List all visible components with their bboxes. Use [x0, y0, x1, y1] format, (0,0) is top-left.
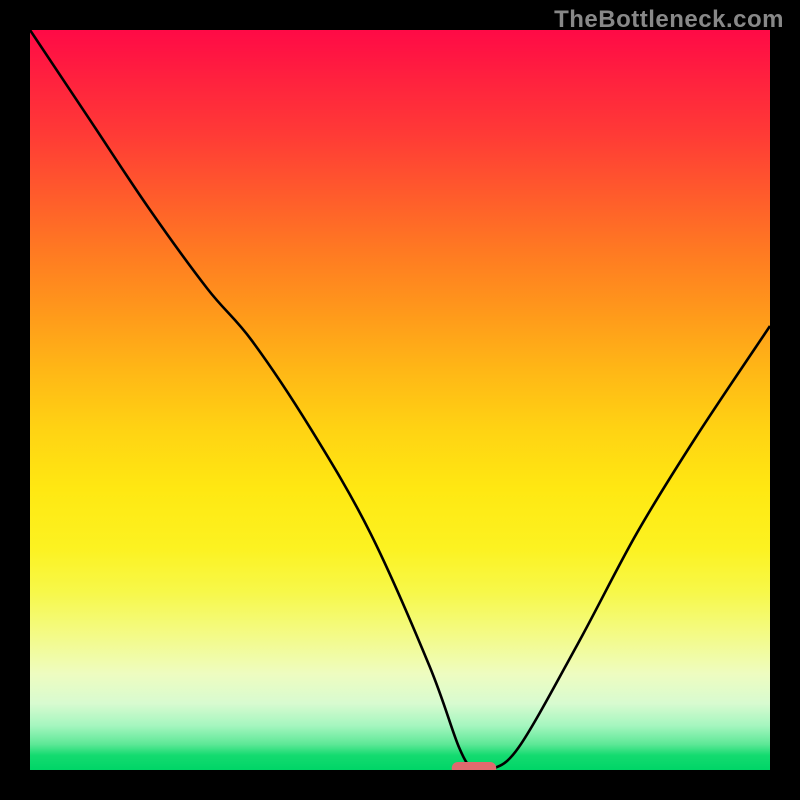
plot-area — [30, 30, 770, 770]
chart-svg — [30, 30, 770, 770]
chart-container: TheBottleneck.com — [0, 0, 800, 800]
watermark-label: TheBottleneck.com — [554, 6, 784, 34]
bottleneck-curve — [30, 30, 770, 770]
bottleneck-marker — [452, 762, 496, 770]
